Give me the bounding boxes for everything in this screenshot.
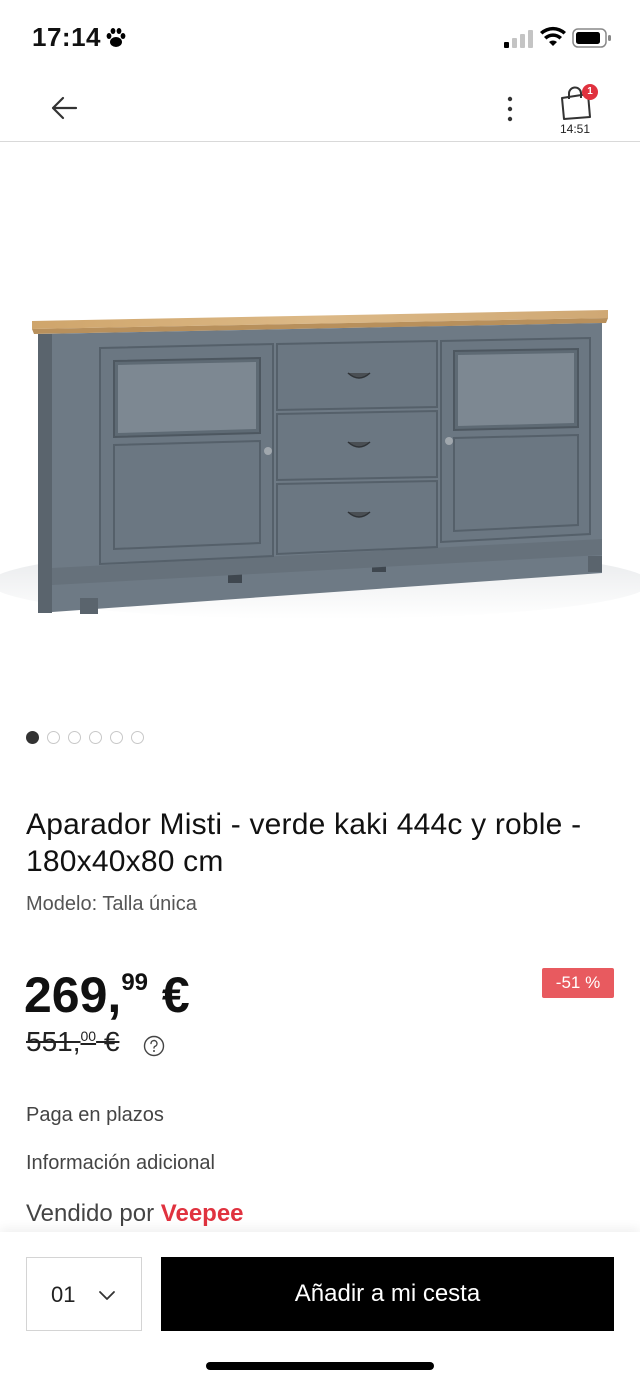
help-icon[interactable] [143,1035,165,1057]
home-indicator [206,1362,434,1370]
current-price-decimals: 99 [121,969,149,996]
sold-by: Vendido por Veepee [26,1200,244,1228]
battery-icon [572,28,611,48]
signal-icon [504,30,533,48]
quantity-select[interactable]: 01 [26,1257,142,1331]
sideboard-illustration [0,310,640,619]
installments-link[interactable]: Paga en plazos [26,1104,164,1127]
current-price-int: 269, [24,967,122,1023]
original-price: 551,00 € [26,1026,119,1058]
carousel-dot-1[interactable] [26,731,39,744]
wifi-icon [540,26,566,46]
bottom-action-bar: 01 Añadir a mi cesta [0,1232,640,1384]
product-model: Modelo: Talla única [26,893,197,915]
carousel-dot-5[interactable] [110,731,123,744]
carousel-dot-4[interactable] [89,731,102,744]
original-price-int: 551, [26,1026,81,1057]
more-vertical-icon[interactable] [498,92,522,126]
product-image[interactable] [0,143,640,713]
seller-name[interactable]: Veepee [161,1200,244,1227]
sold-by-label: Vendido por [26,1200,161,1227]
cart-timer: 14:51 [559,122,591,136]
discount-badge: -51 % [542,968,614,998]
product-title: Aparador Misti - verde kaki 444c y roble… [26,808,582,878]
quantity-value: 01 [51,1282,76,1307]
carousel-dot-6[interactable] [131,731,144,744]
carousel-dot-2[interactable] [47,731,60,744]
cart-button[interactable]: 1 14:51 [552,84,602,140]
current-price: 269,99 € [24,966,190,1024]
back-arrow-icon[interactable] [48,92,80,124]
carousel-dots [26,731,144,745]
status-time: 17:14 [32,22,101,52]
cart-count-badge: 1 [582,84,598,100]
status-bar: 17:14 [0,0,640,76]
additional-info-link[interactable]: Información adicional [26,1152,215,1175]
nav-bar: 1 14:51 [0,76,640,142]
carousel-dot-3[interactable] [68,731,81,744]
add-to-cart-button[interactable]: Añadir a mi cesta [161,1257,614,1331]
chevron-down-icon [99,1291,115,1300]
original-price-decimals: 00 [80,1028,97,1044]
current-price-currency: € [148,967,190,1023]
original-price-currency: € [96,1026,120,1057]
paw-icon [106,28,126,47]
